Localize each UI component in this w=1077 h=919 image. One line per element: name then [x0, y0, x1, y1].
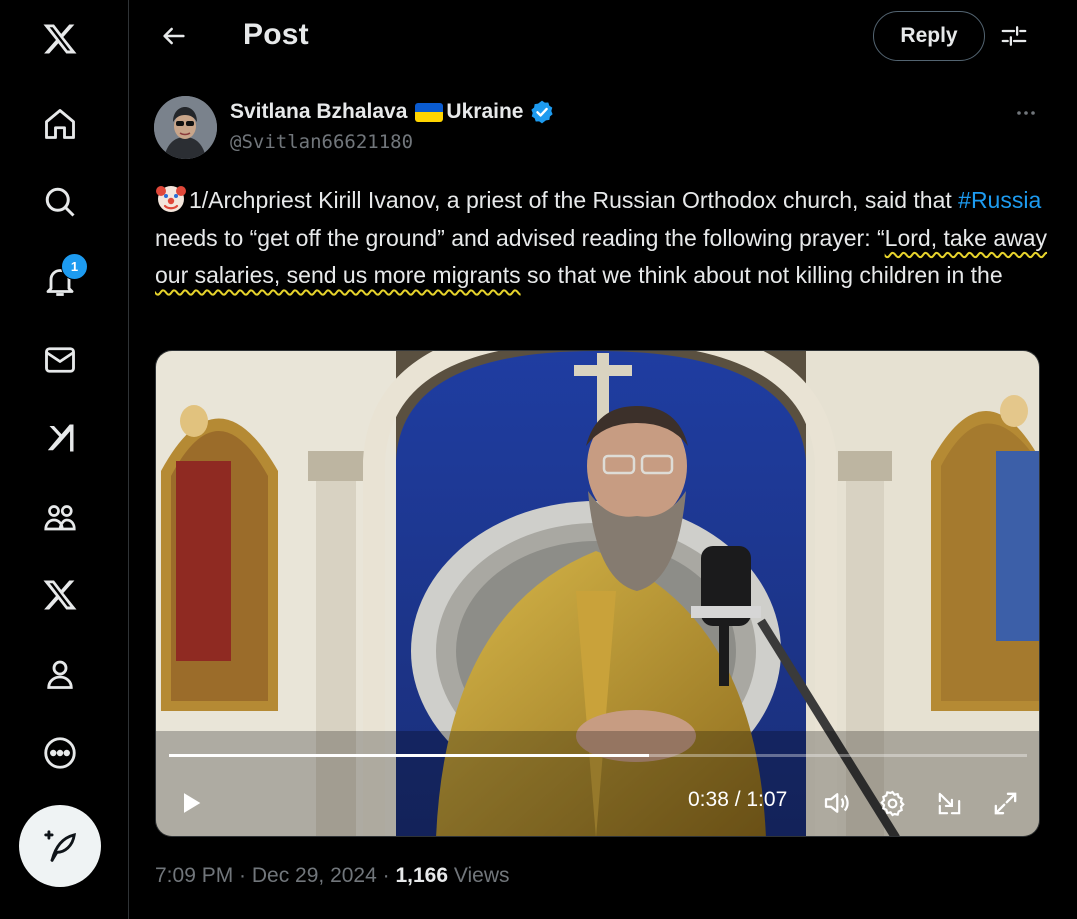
- settings-gear-button[interactable]: [872, 783, 912, 823]
- profile-person-icon[interactable]: [38, 652, 82, 696]
- search-icon[interactable]: [38, 180, 82, 224]
- author-name-suffix: Ukraine: [446, 100, 524, 123]
- clown-face-icon: [156, 186, 186, 212]
- fullscreen-button[interactable]: [985, 783, 1025, 823]
- video-time: 0:38 / 1:07: [688, 788, 788, 811]
- post-text-part3: so that we think about not killing child…: [520, 262, 1003, 288]
- verified-badge-icon[interactable]: [529, 99, 555, 125]
- post-timestamp[interactable]: 7:09 PM · Dec 29, 2024: [155, 864, 377, 887]
- notification-count-badge: 1: [61, 253, 88, 280]
- views-count: 1,166: [395, 864, 449, 887]
- volume-button[interactable]: [816, 783, 856, 823]
- author-handle[interactable]: @Svitlan66621180: [230, 131, 413, 153]
- post-meta: 7:09 PM · Dec 29, 2024 · 1,166 Views: [155, 864, 510, 888]
- back-arrow-icon: [163, 27, 185, 45]
- premium-x-icon[interactable]: [38, 573, 82, 617]
- main-column: Post Reply Svitlana Bzhalava Ukraine @Sv…: [130, 0, 1077, 919]
- messages-envelope-icon[interactable]: [38, 338, 82, 382]
- sliders-settings-button[interactable]: [996, 18, 1032, 54]
- play-icon: [184, 793, 201, 813]
- reply-button[interactable]: Reply: [873, 11, 985, 61]
- post-text: 1/Archpriest Kirill Ivanov, a priest of …: [155, 182, 1050, 295]
- meta-separator: ·: [376, 864, 396, 887]
- volume-icon: [824, 793, 849, 813]
- avatar-image: [154, 96, 217, 159]
- post-text-part1: 1/Archpriest Kirill Ivanov, a priest of …: [189, 187, 959, 213]
- post-text-part2: needs to “get off the ground” and advise…: [155, 224, 885, 251]
- gear-icon: [879, 790, 905, 816]
- compose-feather-icon: [44, 830, 76, 862]
- ukraine-flag-icon: [415, 102, 444, 122]
- back-arrow-button[interactable]: [156, 18, 192, 54]
- more-options-button[interactable]: [1006, 98, 1046, 128]
- author-name[interactable]: Svitlana Bzhalava Ukraine: [230, 99, 555, 125]
- avatar[interactable]: [154, 96, 217, 159]
- more-circle-icon[interactable]: [38, 731, 82, 775]
- video-progress-fill: [169, 754, 650, 757]
- grok-icon[interactable]: [38, 416, 82, 460]
- x-logo-icon[interactable]: [38, 17, 82, 61]
- video-progress-track[interactable]: [169, 754, 1027, 757]
- picture-in-picture-icon: [938, 792, 960, 814]
- views-label: Views: [453, 864, 510, 887]
- compose-post-button[interactable]: [19, 805, 101, 887]
- fullscreen-expand-icon: [994, 792, 1016, 814]
- sidebar-nav: 1: [0, 0, 129, 919]
- video-controls: 0:38 / 1:07: [156, 351, 1039, 836]
- author-name-text: Svitlana Bzhalava: [230, 100, 408, 123]
- picture-in-picture-button[interactable]: [929, 783, 969, 823]
- page-title: Post: [243, 18, 309, 51]
- sliders-icon: [1001, 26, 1027, 46]
- ellipsis-icon: [1017, 111, 1035, 115]
- communities-icon[interactable]: [38, 495, 82, 539]
- play-button[interactable]: [171, 783, 211, 823]
- video-player[interactable]: 0:38 / 1:07: [155, 350, 1040, 837]
- hashtag-link[interactable]: #Russia: [958, 187, 1041, 213]
- home-icon[interactable]: [38, 102, 82, 146]
